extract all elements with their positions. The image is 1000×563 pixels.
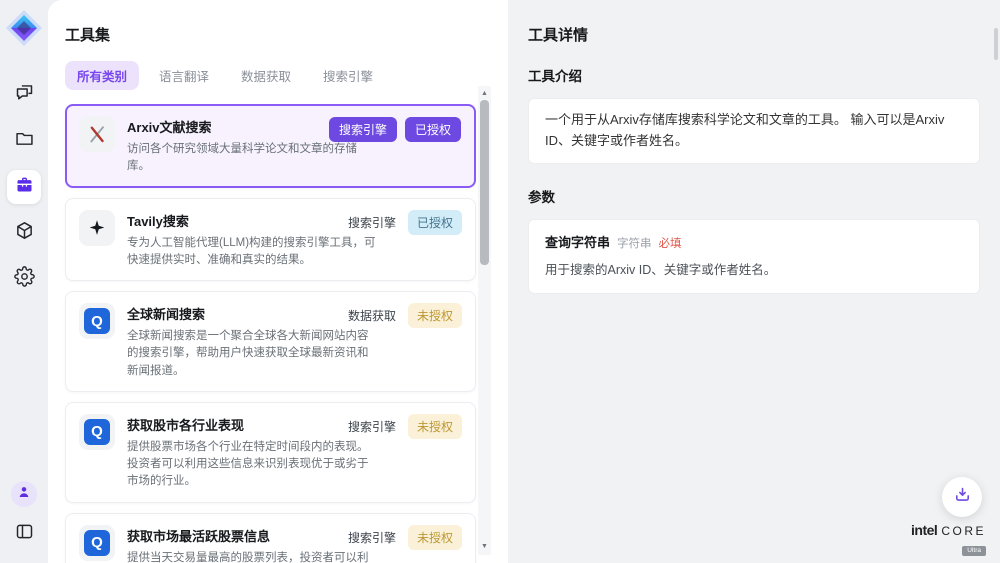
scroll-up-arrow[interactable]: ▲ [478,88,491,100]
status-badge: 未授权 [408,414,462,439]
status-badge: 已授权 [408,210,462,235]
folder-icon [14,128,35,154]
tool-badges: 搜索引擎 已授权 [344,210,462,235]
sidebar-item-settings[interactable] [7,262,41,296]
tool-description: 专为人工智能代理(LLM)构建的搜索引擎工具，可快速提供实时、准确和真实的结果。 [127,235,379,270]
tool-card[interactable]: Tavily搜索 专为人工智能代理(LLM)构建的搜索引擎工具，可快速提供实时、… [65,198,476,282]
tool-list-panel: 工具集 所有类别 语言翻译 数据获取 搜索引擎 Arxiv文献搜索 访问各个研究… [48,0,508,563]
detail-title: 工具详情 [528,24,980,45]
category-badge: 数据获取 [344,303,400,328]
tool-description: 提供股票市场各个行业在特定时间段内的表现。投资者可以利用这些信息来识别表现优于或… [127,439,379,491]
page-title: 工具集 [65,24,508,45]
category-badge: 搜索引擎 [329,117,397,142]
status-badge: 已授权 [405,117,461,142]
tab-data-acquisition[interactable]: 数据获取 [229,61,303,90]
arxiv-icon [79,116,115,152]
sidebar-item-chat[interactable] [7,78,41,112]
gear-icon [14,266,35,292]
sidebar-item-files[interactable] [7,124,41,158]
intro-card: 一个用于从Arxiv存储库搜索科学论文和文章的工具。 输入可以是Arxiv ID… [528,98,980,164]
tool-card[interactable]: Q 全球新闻搜索 全球新闻搜索是一个聚合全球各大新闻网站内容的搜索引擎，帮助用户… [65,291,476,392]
tab-language-translation[interactable]: 语言翻译 [147,61,221,90]
intel-core-logo: intel CORE Ultra [911,522,986,557]
param-required-badge: 必填 [659,235,682,253]
scrollbar-thumb[interactable] [480,100,489,265]
toolbox-icon [14,174,35,200]
intel-wordmark: intel [911,522,937,538]
core-wordmark: CORE [941,524,986,538]
category-tabs: 所有类别 语言翻译 数据获取 搜索引擎 [65,61,508,90]
status-badge: 未授权 [408,303,462,328]
logo-diamond-icon[interactable] [4,8,44,48]
q-icon: Q [79,414,115,450]
tool-badges: 搜索引擎 未授权 [344,414,462,439]
tool-description: 访问各个研究领域大量科学论文和文章的存储库。 [127,141,379,176]
tool-badges: 数据获取 未授权 [344,303,462,328]
detail-scrollbar-thumb[interactable] [994,28,998,60]
sidebar [0,0,48,563]
tool-description: 全球新闻搜索是一个聚合全球各大新闻网站内容的搜索引擎，帮助用户快速获取全球最新资… [127,328,379,380]
q-icon: Q [79,303,115,339]
sidebar-item-tools[interactable] [7,170,41,204]
category-badge: 搜索引擎 [344,414,400,439]
param-name: 查询字符串 [545,233,610,254]
user-avatar-icon [16,484,32,505]
param-head: 查询字符串 字符串 必填 [545,233,963,254]
scroll-down-arrow[interactable]: ▼ [478,541,491,553]
cube-icon [14,220,35,246]
category-badge: 搜索引擎 [344,525,400,550]
tab-search-engine[interactable]: 搜索引擎 [311,61,385,90]
panel-toggle-icon [14,521,35,547]
tool-card[interactable]: Arxiv文献搜索 访问各个研究领域大量科学论文和文章的存储库。 搜索引擎 已授… [65,104,476,188]
main-area: 工具集 所有类别 语言翻译 数据获取 搜索引擎 Arxiv文献搜索 访问各个研究… [48,0,1000,563]
intro-heading: 工具介绍 [528,65,980,85]
intro-text: 一个用于从Arxiv存储库搜索科学论文和文章的工具。 输入可以是Arxiv ID… [545,112,944,148]
list-scrollbar[interactable]: ▲ ▼ [478,86,491,555]
app-root: 工具集 所有类别 语言翻译 数据获取 搜索引擎 Arxiv文献搜索 访问各个研究… [0,0,1000,563]
q-icon: Q [79,525,115,561]
tool-badges: 搜索引擎 未授权 [344,525,462,550]
sidebar-collapse-toggle[interactable] [7,517,41,551]
category-badge: 搜索引擎 [344,210,400,235]
chat-icon [14,82,35,108]
tool-description: 提供当天交易量最高的股票列表，投资者可以利用这些信息来识别流动性强的股票和潜在的… [127,550,379,563]
ultra-badge: Ultra [962,546,986,555]
user-avatar[interactable] [11,481,37,507]
sidebar-bottom [7,475,41,551]
param-type: 字符串 [617,235,652,253]
param-description: 用于搜索的Arxiv ID、关键字或作者姓名。 [545,260,963,280]
tool-badges: 搜索引擎 已授权 [329,117,461,142]
tool-card[interactable]: Q 获取股市各行业表现 提供股票市场各个行业在特定时间段内的表现。投资者可以利用… [65,402,476,503]
sparkle-icon [79,210,115,246]
download-button[interactable] [942,477,982,517]
download-icon [953,485,972,509]
tab-all-categories[interactable]: 所有类别 [65,61,139,90]
sidebar-item-models[interactable] [7,216,41,250]
tool-card[interactable]: Q 获取市场最活跃股票信息 提供当天交易量最高的股票列表，投资者可以利用这些信息… [65,513,476,563]
params-heading: 参数 [528,186,980,206]
param-card: 查询字符串 字符串 必填 用于搜索的Arxiv ID、关键字或作者姓名。 [528,219,980,295]
tool-list: Arxiv文献搜索 访问各个研究领域大量科学论文和文章的存储库。 搜索引擎 已授… [65,104,476,563]
status-badge: 未授权 [408,525,462,550]
tool-detail-panel: 工具详情 工具介绍 一个用于从Arxiv存储库搜索科学论文和文章的工具。 输入可… [508,0,1000,563]
